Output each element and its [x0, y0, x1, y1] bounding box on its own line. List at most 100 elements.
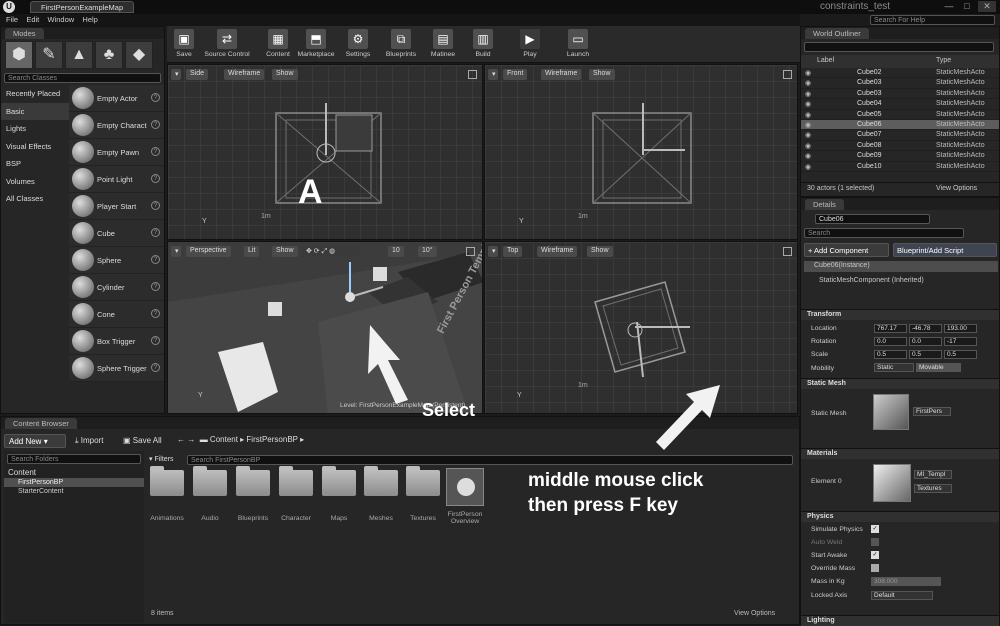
viewport-menu-icon[interactable]: ▾	[488, 69, 498, 80]
viewport-perspective[interactable]: ▾ Perspective Lit Show ✥ ⟳ ⤢ ◍ 10 10° Fi…	[167, 241, 483, 414]
folder-icon[interactable]	[193, 466, 227, 496]
visibility-eye-icon[interactable]: ◉	[805, 163, 811, 171]
category-visual-effects[interactable]: Visual Effects	[1, 138, 69, 156]
place-item[interactable]: Sphere?	[69, 247, 164, 274]
category-volumes[interactable]: Volumes	[1, 173, 69, 191]
maximize-viewport-icon[interactable]	[783, 70, 792, 79]
folder-icon[interactable]	[406, 466, 440, 496]
matinee-button[interactable]: ▤ Matinee	[427, 27, 459, 62]
blueprint-asset-thumbnail[interactable]	[446, 468, 484, 506]
scale-x[interactable]: 0.5	[874, 350, 907, 359]
top-view-button[interactable]: Top	[503, 246, 523, 257]
menu-edit[interactable]: Edit	[26, 15, 39, 24]
front-view-button[interactable]: Front	[503, 69, 528, 80]
maximize-icon[interactable]: □	[958, 1, 976, 12]
place-item[interactable]: Cube?	[69, 220, 164, 247]
static-mesh-section[interactable]: Static Mesh	[801, 378, 999, 389]
landscape-mode-icon[interactable]: ▲	[65, 41, 93, 69]
world-outliner-tab[interactable]: World Outliner	[805, 28, 869, 39]
save-all-button[interactable]: ▣ Save All	[119, 434, 169, 448]
visibility-eye-icon[interactable]: ◉	[805, 69, 811, 77]
view-options-button[interactable]: View Options	[734, 610, 775, 617]
materials-section[interactable]: Materials	[801, 448, 999, 459]
category-bsp[interactable]: BSP	[1, 155, 69, 173]
category-basic[interactable]: Basic	[1, 102, 69, 120]
place-item[interactable]: Empty Pawn?	[69, 139, 164, 166]
viewport-menu-icon[interactable]: ▾	[488, 246, 498, 257]
outliner-row[interactable]: ◉ Cube03 StaticMeshActo	[801, 78, 999, 89]
perspective-view-button[interactable]: Perspective	[186, 246, 231, 257]
folder-icon[interactable]	[150, 466, 184, 496]
help-icon[interactable]: ?	[151, 255, 160, 264]
search-assets-input[interactable]: Search FirstPersonBP	[187, 455, 793, 465]
locked-axis-dropdown[interactable]: Default	[871, 591, 933, 600]
details-tab[interactable]: Details	[805, 199, 844, 210]
scale-y[interactable]: 0.5	[909, 350, 942, 359]
foliage-mode-icon[interactable]: ♣	[95, 41, 123, 69]
perspective-show-button[interactable]: Show	[272, 246, 298, 257]
menu-window[interactable]: Window	[48, 15, 75, 24]
transform-tools[interactable]: ✥ ⟳ ⤢ ◍	[302, 246, 360, 257]
help-icon[interactable]: ?	[151, 120, 160, 129]
visibility-eye-icon[interactable]: ◉	[805, 111, 811, 119]
play-button[interactable]: ▶ Play	[515, 27, 545, 62]
outliner-row[interactable]: ◉ Cube05 StaticMeshActo	[801, 110, 999, 120]
content-button[interactable]: ▦ Content	[261, 27, 295, 62]
front-wireframe-button[interactable]: Wireframe	[541, 69, 582, 80]
menu-help[interactable]: Help	[82, 15, 97, 24]
import-button[interactable]: ⤓ Import	[71, 434, 115, 448]
viewport-side[interactable]: ▾ Side Wireframe Show 1m Y A	[167, 64, 483, 240]
help-icon[interactable]: ?	[151, 282, 160, 291]
filters-button[interactable]: ▾ Filters	[149, 455, 187, 466]
type-column-header[interactable]: Type	[936, 57, 951, 64]
content-browser-tab[interactable]: Content Browser	[5, 418, 77, 429]
top-show-button[interactable]: Show	[587, 246, 613, 257]
scale-z[interactable]: 0.5	[944, 350, 977, 359]
simulate-physics-checkbox[interactable]: ✓	[871, 525, 879, 533]
actor-name-input[interactable]: Cube06	[815, 214, 930, 224]
viewport-front[interactable]: ▾ Front Wireframe Show 1m Y	[484, 64, 798, 240]
static-mesh-dropdown[interactable]: FirstPers	[913, 407, 951, 416]
help-search-input[interactable]: Search For Help	[870, 15, 995, 25]
auto-weld-checkbox[interactable]	[871, 538, 879, 546]
search-classes-input[interactable]: Search Classes	[4, 73, 161, 83]
outliner-row[interactable]: ◉ Cube10 StaticMeshActo	[801, 162, 999, 172]
outliner-row[interactable]: ◉ Cube02 StaticMeshActo	[801, 68, 999, 79]
mobility-movable-button[interactable]: Movable	[916, 363, 961, 372]
help-icon[interactable]: ?	[151, 174, 160, 183]
view-options-button[interactable]: View Options	[936, 185, 977, 192]
side-show-button[interactable]: Show	[272, 69, 298, 80]
maximize-viewport-icon[interactable]	[468, 70, 477, 79]
category-recently-placed[interactable]: Recently Placed	[1, 85, 69, 103]
override-mass-checkbox[interactable]	[871, 564, 879, 572]
folder-icon[interactable]	[279, 466, 313, 496]
outliner-search-input[interactable]	[804, 42, 994, 52]
visibility-eye-icon[interactable]: ◉	[805, 79, 811, 87]
location-y[interactable]: -46.78	[909, 324, 942, 333]
help-icon[interactable]: ?	[151, 147, 160, 156]
help-icon[interactable]: ?	[151, 336, 160, 345]
rotation-x[interactable]: 0.0	[874, 337, 907, 346]
settings-button[interactable]: ⚙ Settings	[341, 27, 375, 62]
outliner-row[interactable]: ◉ Cube08 StaticMeshActo	[801, 141, 999, 152]
folder-icon[interactable]	[364, 466, 398, 496]
outliner-row[interactable]: ◉ Cube04 StaticMeshActo	[801, 99, 999, 110]
start-awake-checkbox[interactable]: ✓	[871, 551, 879, 559]
place-item[interactable]: Cone?	[69, 301, 164, 328]
viewport-top[interactable]: ▾ Top Wireframe Show 1m Y	[484, 241, 798, 414]
place-item[interactable]: Empty Actor?	[69, 85, 164, 112]
folder-icon[interactable]	[322, 466, 356, 496]
outliner-row[interactable]: ◉ Cube09 StaticMeshActo	[801, 151, 999, 162]
place-item[interactable]: Box Trigger?	[69, 328, 164, 355]
place-item[interactable]: Cylinder?	[69, 274, 164, 301]
category-lights[interactable]: Lights	[1, 120, 69, 138]
visibility-eye-icon[interactable]: ◉	[805, 121, 811, 129]
add-component-button[interactable]: + Add Component	[804, 243, 889, 257]
search-folders-input[interactable]: Search Folders	[7, 454, 141, 464]
tree-item-startercontent[interactable]: StarterContent	[4, 487, 144, 496]
help-icon[interactable]: ?	[151, 363, 160, 372]
details-search-input[interactable]: Search	[804, 228, 964, 238]
material-thumbnail[interactable]	[873, 464, 911, 502]
front-show-button[interactable]: Show	[589, 69, 615, 80]
outliner-row[interactable]: ◉ Cube03 StaticMeshActo	[801, 89, 999, 100]
